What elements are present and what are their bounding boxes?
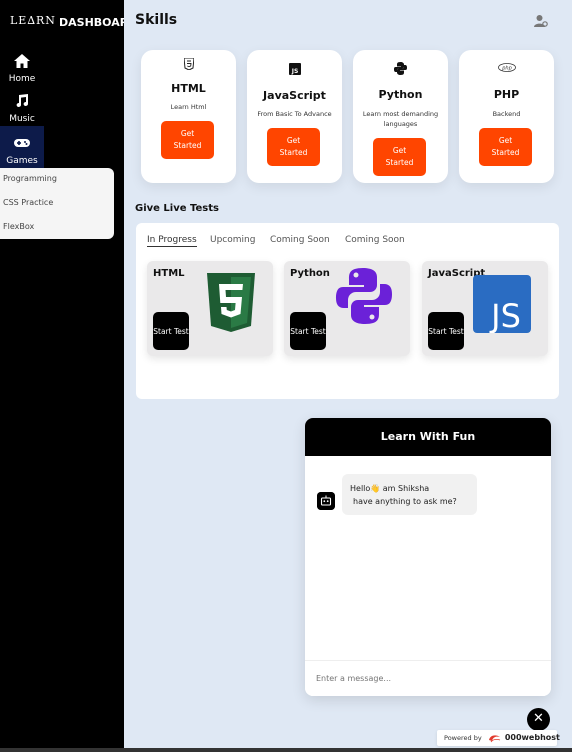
menu-item-programming[interactable]: Programming bbox=[0, 168, 114, 192]
test-card-python: Python Start Test bbox=[284, 261, 410, 356]
games-dropdown-menu: Programming CSS Practice FlexBox bbox=[0, 168, 114, 239]
skill-title: JavaScript bbox=[263, 89, 326, 102]
webhost-name: 000webhost bbox=[504, 733, 560, 742]
skill-title: HTML bbox=[171, 82, 206, 95]
skill-subtitle: Learn most demanding languages bbox=[362, 110, 439, 128]
menu-item-flexbox[interactable]: FlexBox bbox=[0, 216, 114, 240]
chat-message-line: have anything to ask me? bbox=[353, 497, 457, 506]
js-logo-icon: JS bbox=[473, 275, 531, 333]
page-title: Skills bbox=[135, 12, 178, 28]
logo: LE∆RN bbox=[10, 14, 56, 27]
chat-header: Learn With Fun bbox=[305, 418, 551, 456]
html5-icon bbox=[183, 58, 194, 70]
sidebar-item-label: Home bbox=[8, 74, 36, 84]
section-title-live-tests: Give Live Tests bbox=[135, 203, 219, 214]
music-icon bbox=[16, 94, 28, 107]
chat-message-input[interactable] bbox=[305, 660, 551, 696]
start-test-button[interactable]: Start Test bbox=[153, 312, 189, 350]
user-settings-icon[interactable] bbox=[534, 14, 548, 28]
chat-message-bubble: Hello👋 am Shiksha have anything to ask m… bbox=[342, 474, 477, 515]
svg-text:JS: JS bbox=[489, 297, 521, 333]
dashboard-title: DASHBOARD bbox=[59, 16, 124, 29]
home-icon bbox=[14, 54, 30, 68]
skill-title: PHP bbox=[493, 88, 520, 101]
get-started-button[interactable]: Get Started bbox=[479, 128, 532, 166]
tab-coming-soon-2[interactable]: Coming Soon bbox=[345, 235, 405, 245]
skill-card-python: Python Learn most demanding languages Ge… bbox=[353, 50, 448, 183]
tab-upcoming[interactable]: Upcoming bbox=[210, 235, 255, 245]
get-started-button[interactable]: Get Started bbox=[267, 128, 320, 166]
get-started-button[interactable]: Get Started bbox=[373, 138, 426, 176]
skill-card-javascript: JS JavaScript From Basic To Advance Get … bbox=[247, 50, 342, 183]
sidebar-item-label: Games bbox=[6, 156, 38, 166]
skill-card-php: php PHP Backend Get Started bbox=[459, 50, 554, 183]
chat-widget: Learn With Fun Hello👋 am Shiksha have an… bbox=[305, 418, 551, 696]
live-tests-panel: In Progress Upcoming Coming Soon Coming … bbox=[136, 223, 559, 399]
sidebar-item-home[interactable]: Home bbox=[0, 54, 44, 90]
powered-by-badge[interactable]: Powered by 000webhost bbox=[437, 730, 560, 746]
skill-card-html: HTML Learn Html Get Started bbox=[141, 50, 236, 183]
test-card-javascript: JavaScript JS Start Test bbox=[422, 261, 548, 356]
php-icon: php bbox=[497, 63, 516, 72]
chat-message-line: Hello👋 am Shiksha bbox=[350, 484, 430, 493]
test-card-html: HTML Start Test bbox=[147, 261, 273, 356]
start-test-button[interactable]: Start Test bbox=[290, 312, 326, 350]
python-logo-icon bbox=[336, 268, 392, 324]
close-chat-button[interactable]: ✕ bbox=[527, 708, 550, 731]
menu-item-css-practice[interactable]: CSS Practice bbox=[0, 192, 114, 216]
sidebar-item-music[interactable]: Music bbox=[0, 94, 44, 130]
sidebar-item-label: Music bbox=[9, 114, 35, 124]
html5-logo-icon bbox=[207, 273, 255, 332]
powered-by-label: Powered by bbox=[444, 734, 482, 742]
skill-subtitle: Backend bbox=[492, 110, 521, 118]
gamepad-icon bbox=[14, 139, 30, 147]
bot-avatar-icon bbox=[317, 492, 335, 510]
bottom-bar bbox=[0, 748, 572, 752]
skill-subtitle: Learn Html bbox=[170, 103, 207, 111]
sidebar-item-games[interactable]: Games bbox=[0, 126, 44, 168]
python-icon bbox=[394, 62, 407, 75]
webhost-logo-icon bbox=[488, 734, 500, 742]
skill-title: Python bbox=[378, 88, 423, 101]
test-title: HTML bbox=[153, 268, 185, 279]
start-test-button[interactable]: Start Test bbox=[428, 312, 464, 350]
sidebar: LE∆RN DASHBOARD Home Music Games bbox=[0, 0, 124, 752]
skill-subtitle: From Basic To Advance bbox=[257, 110, 332, 118]
js-icon: JS bbox=[288, 63, 301, 75]
get-started-button[interactable]: Get Started bbox=[161, 121, 214, 159]
svg-text:JS: JS bbox=[290, 68, 298, 75]
test-title: Python bbox=[290, 268, 330, 279]
svg-text:php: php bbox=[501, 65, 512, 71]
tab-coming-soon[interactable]: Coming Soon bbox=[270, 235, 330, 245]
tab-in-progress[interactable]: In Progress bbox=[147, 235, 197, 247]
